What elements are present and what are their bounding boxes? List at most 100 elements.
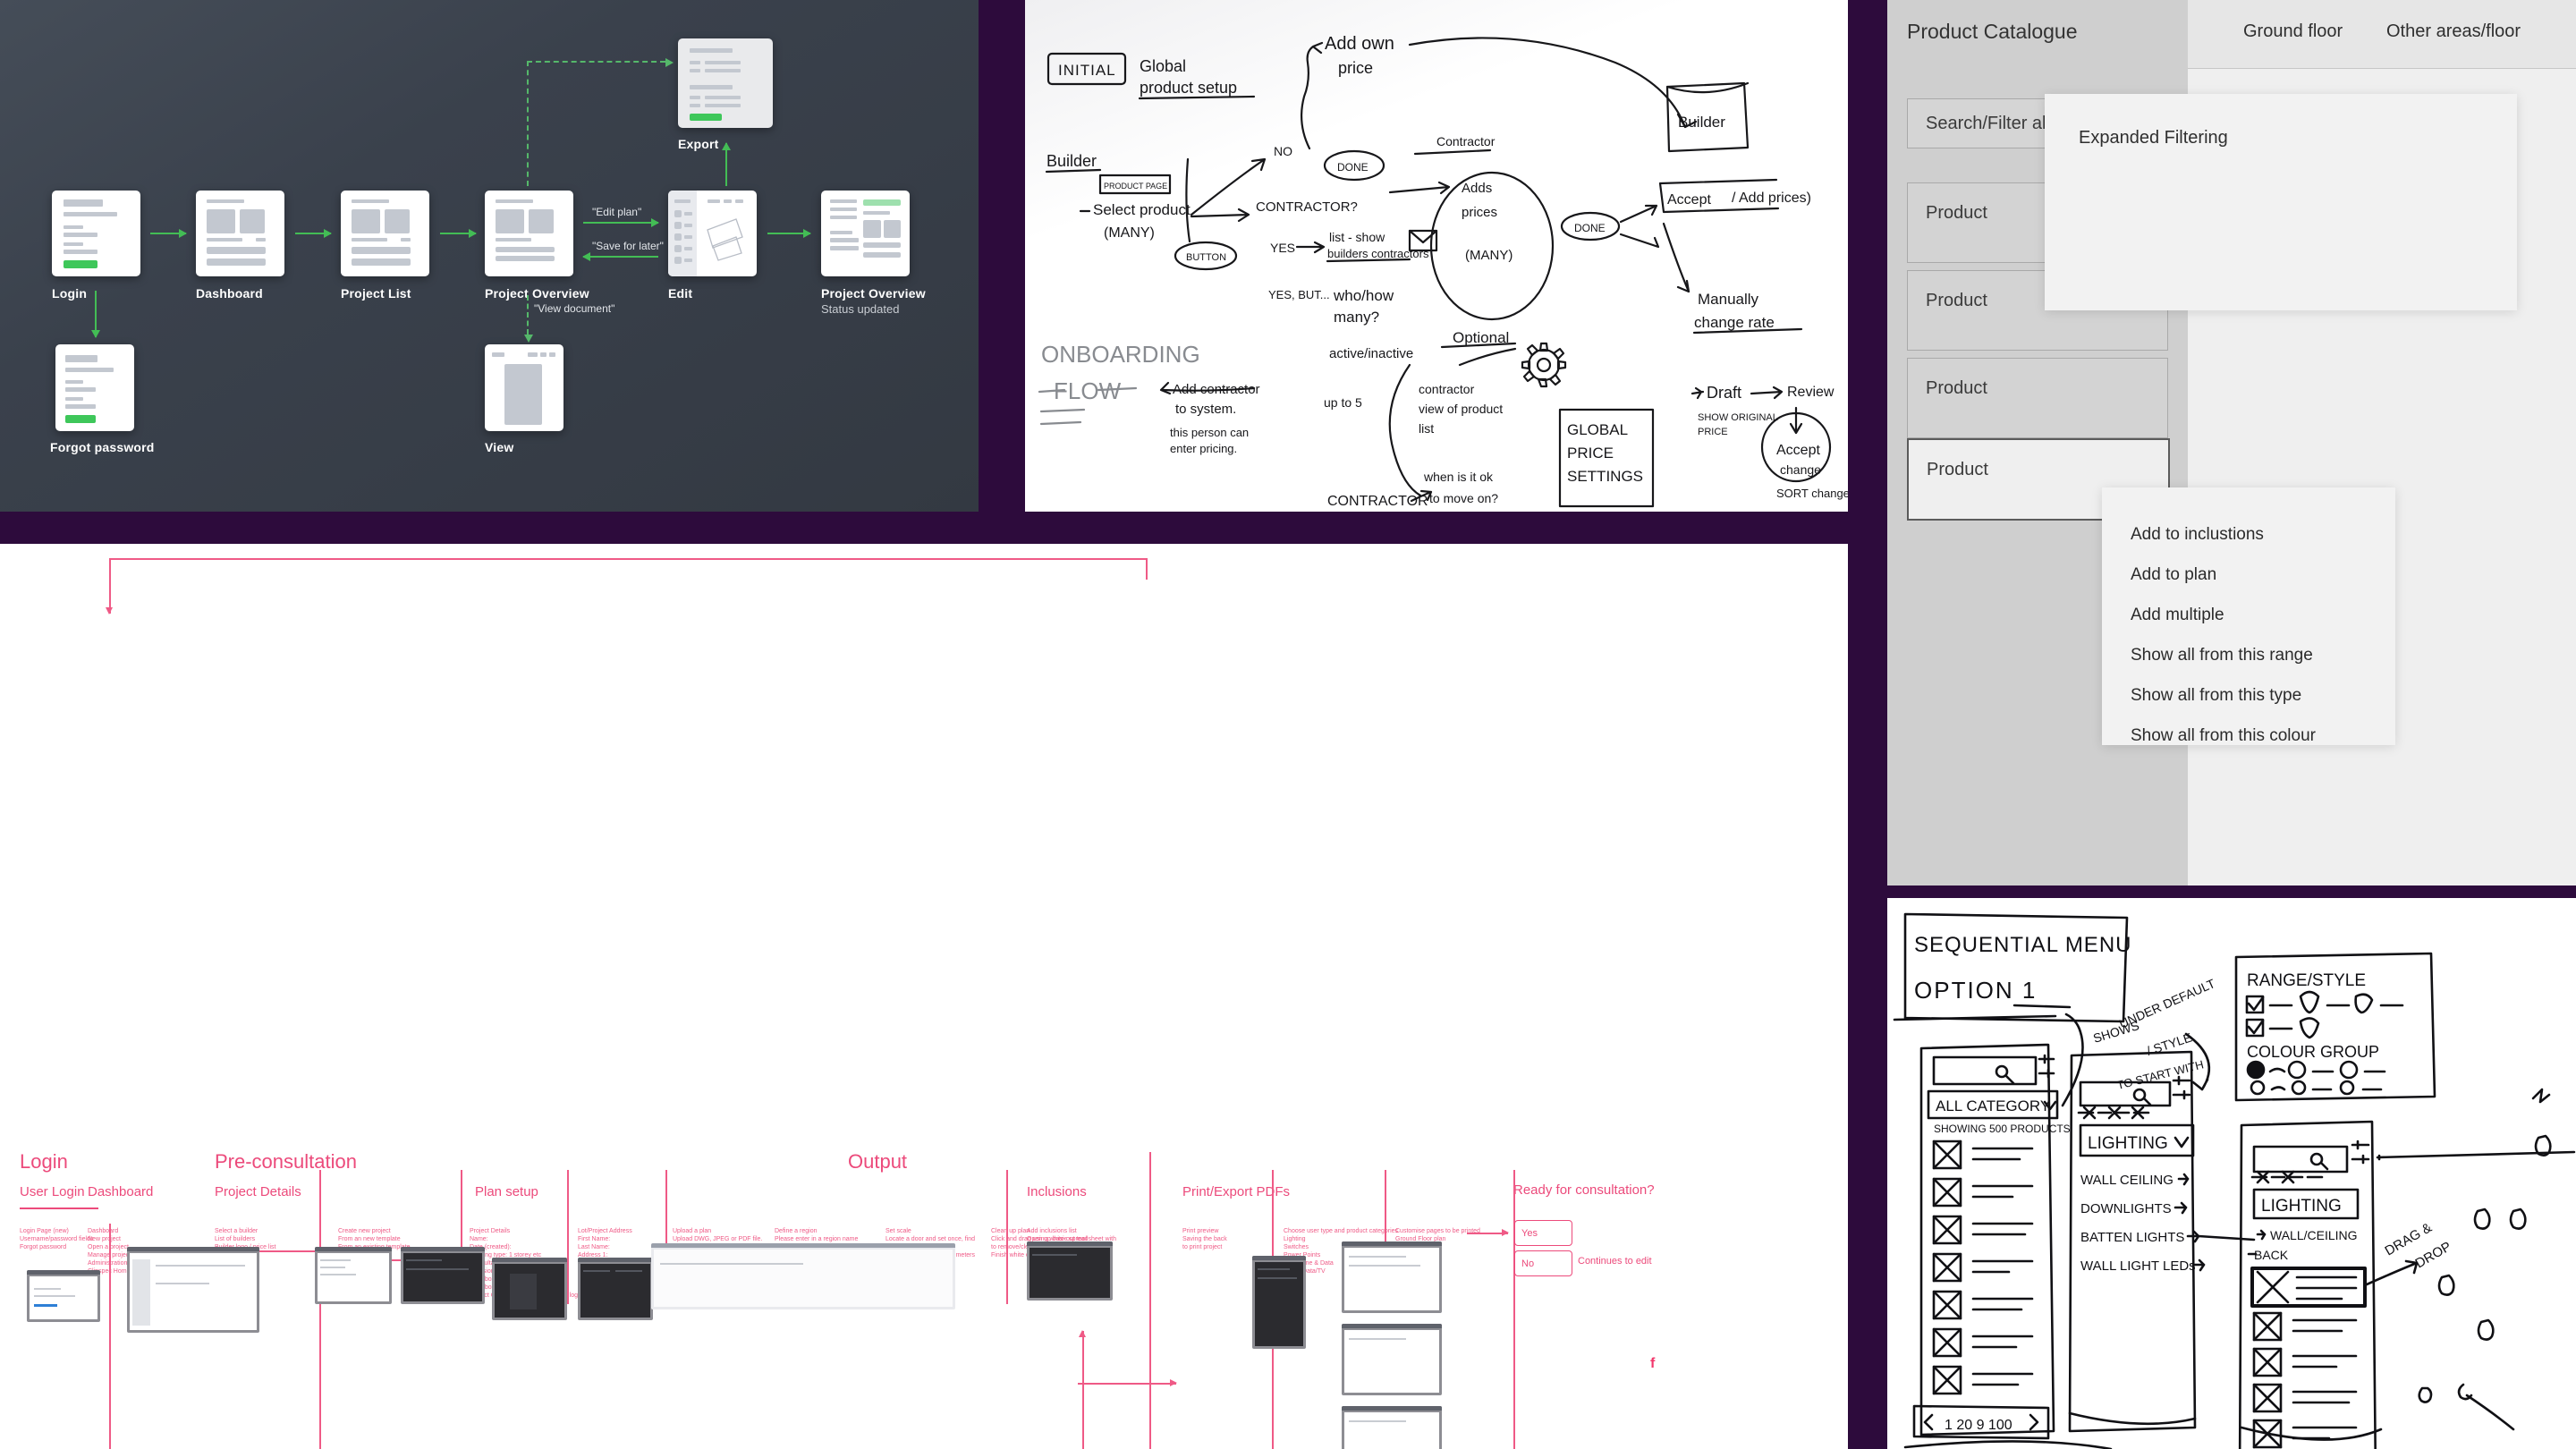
svg-text:BATTEN LIGHTS: BATTEN LIGHTS xyxy=(2080,1230,2184,1245)
decision-yes-box[interactable]: Yes xyxy=(1514,1220,1572,1246)
map-arrow-dashboard-down xyxy=(109,1224,111,1449)
flow-card-project-list[interactable] xyxy=(341,191,429,276)
menu-item-add-multiple[interactable]: Add multiple xyxy=(2131,606,2224,625)
flow-edge-label-edit-plan: "Edit plan" xyxy=(592,206,641,218)
svg-text:Builder: Builder xyxy=(1678,114,1725,131)
map-route-top xyxy=(109,558,1147,560)
flow-card-view[interactable] xyxy=(485,344,564,431)
frame-gap-horizontal-bottom xyxy=(1887,886,2576,898)
flow-card-project-overview[interactable] xyxy=(485,191,573,276)
map-section-pre-consultation: Pre-consultation xyxy=(215,1150,357,1174)
svg-text:DONE: DONE xyxy=(1574,222,1606,234)
menu-item-show-all-type[interactable]: Show all from this type xyxy=(2131,686,2301,706)
svg-text:Manually: Manually xyxy=(1698,291,1759,308)
svg-text:1 20 9 100: 1 20 9 100 xyxy=(1945,1418,2012,1433)
wireframe-thumbnail xyxy=(127,1247,259,1333)
svg-text:INITIAL: INITIAL xyxy=(1058,62,1116,79)
product-catalogue-mock-panel: Product Catalogue Search/Filter all prod… xyxy=(1887,0,2576,894)
map-route-top-right xyxy=(1146,558,1148,580)
expanded-filtering-popover[interactable]: Expanded Filtering xyxy=(2045,94,2517,310)
map-sub-dashboard: Dashboard xyxy=(88,1184,153,1199)
menu-item-show-all-range[interactable]: Show all from this range xyxy=(2131,646,2313,665)
tab-ground-floor[interactable]: Ground floor xyxy=(2243,21,2343,42)
svg-text:(MANY): (MANY) xyxy=(1104,225,1155,241)
product-label: Product xyxy=(1926,291,1987,311)
flow-arrow-edit-overview xyxy=(583,256,658,258)
svg-text:DOWNLIGHTS: DOWNLIGHTS xyxy=(2080,1201,2172,1216)
flow-card-export[interactable] xyxy=(678,38,773,128)
svg-text:WALL/CEILING: WALL/CEILING xyxy=(2270,1228,2358,1242)
svg-text:LIGHTING: LIGHTING xyxy=(2261,1197,2342,1216)
svg-text:YES: YES xyxy=(1270,241,1295,255)
product-label: Product xyxy=(1927,460,1988,480)
wireframe-thumbnail xyxy=(651,1243,955,1309)
wireframe-thumbnail xyxy=(1342,1406,1442,1449)
flow-edge-label-view-document: "View document" xyxy=(534,302,614,315)
map-sub-ready-for-consultation: Ready for consultation? xyxy=(1513,1182,1655,1198)
expanded-filtering-label: Expanded Filtering xyxy=(2079,128,2228,148)
svg-text:Review: Review xyxy=(1787,385,1835,400)
sketch-bottom-svg: SEQUENTIAL MENU OPTION 1 ALL CATEGORY SH… xyxy=(1887,898,2576,1449)
tab-other-areas-floor[interactable]: Other areas/floor xyxy=(2386,21,2521,42)
flow-card-dashboard[interactable] xyxy=(196,191,284,276)
svg-text:change rate: change rate xyxy=(1694,314,1775,331)
svg-text:Draft: Draft xyxy=(1707,384,1741,402)
flow-label-edit: Edit xyxy=(668,286,692,301)
svg-text:Builder: Builder xyxy=(1046,152,1097,170)
map-section-login: Login xyxy=(20,1150,68,1174)
menu-item-add-to-inclustions[interactable]: Add to inclustions xyxy=(2131,525,2264,545)
menu-item-add-to-plan[interactable]: Add to plan xyxy=(2131,565,2216,585)
flow-arrow-login-forgot xyxy=(95,291,97,337)
svg-text:YES, BUT...: YES, BUT... xyxy=(1268,288,1330,301)
flow-dash-overview-view xyxy=(527,295,529,335)
svg-text:ONBOARDING: ONBOARDING xyxy=(1041,341,1200,368)
sequential-menu-sketch-panel: SEQUENTIAL MENU OPTION 1 ALL CATEGORY SH… xyxy=(1887,898,2576,1449)
svg-text:UNDER DEFAULT: UNDER DEFAULT xyxy=(2117,976,2218,1031)
map-column-divider xyxy=(1513,1170,1515,1449)
flow-card-edit[interactable] xyxy=(668,191,757,276)
flow-label-view: View xyxy=(485,440,513,454)
flow-card-project-overview-updated[interactable] xyxy=(821,191,910,276)
decision-no-box[interactable]: No xyxy=(1514,1250,1572,1276)
svg-text:WALL LIGHT LEDs: WALL LIGHT LEDs xyxy=(2080,1258,2196,1274)
map-column-divider xyxy=(567,1170,569,1304)
svg-text:many?: many? xyxy=(1334,309,1379,326)
wireframe-thumbnail xyxy=(1252,1256,1306,1349)
flow-label-forgot-password: Forgot password xyxy=(50,440,155,454)
svg-text:WALL CEILING: WALL CEILING xyxy=(2080,1173,2174,1188)
flow-arrow-overview-edit xyxy=(583,222,658,224)
map-sub-project-details: Project Details xyxy=(215,1184,301,1199)
svg-text:CONTRACTOR?: CONTRACTOR? xyxy=(1256,199,1358,215)
svg-text:enter pricing.: enter pricing. xyxy=(1170,442,1237,455)
svg-text:COLOUR GROUP: COLOUR GROUP xyxy=(2247,1043,2379,1061)
svg-text:PRICE: PRICE xyxy=(1698,427,1728,437)
svg-text:PRODUCT PAGE: PRODUCT PAGE xyxy=(1104,182,1167,191)
flow-card-forgot-password[interactable] xyxy=(55,344,134,431)
svg-text:who/how: who/how xyxy=(1333,287,1394,304)
flow-label-dashboard: Dashboard xyxy=(196,286,263,301)
map-sub-user-login: User Login xyxy=(20,1184,85,1199)
frame-gap-vertical-mid xyxy=(1848,0,1887,1449)
svg-text:Adds: Adds xyxy=(1462,181,1492,196)
svg-text:change: change xyxy=(1780,462,1821,477)
svg-text:SHOWING 500 PRODUCTS: SHOWING 500 PRODUCTS xyxy=(1934,1123,2071,1135)
catalogue-tabbar: Ground floor Other areas/floor xyxy=(2188,0,2576,69)
svg-text:active/inactive: active/inactive xyxy=(1329,346,1413,361)
flow-card-login[interactable] xyxy=(52,191,140,276)
sketch-top-svg: INITIAL Global product setup Builder PRO… xyxy=(1025,0,1848,512)
menu-item-show-all-colour[interactable]: Show all from this colour xyxy=(2131,726,2316,746)
product-label: Product xyxy=(1926,378,1987,399)
decision-no-note: Continues to edit xyxy=(1578,1256,1652,1267)
svg-text:BACK: BACK xyxy=(2254,1248,2289,1262)
flow-dash-vertical-export xyxy=(527,61,529,186)
svg-text:DROP: DROP xyxy=(2413,1239,2454,1271)
map-section-output: Output xyxy=(848,1150,907,1174)
wireframe-thumbnail xyxy=(492,1258,567,1320)
svg-text:view of product: view of product xyxy=(1419,402,1503,416)
svg-text:Add own: Add own xyxy=(1325,34,1394,54)
product-label: Product xyxy=(1926,203,1987,224)
svg-text:BUTTON: BUTTON xyxy=(1186,252,1226,263)
product-context-menu[interactable]: Add to inclustions Add to plan Add multi… xyxy=(2102,487,2395,745)
product-list-item[interactable]: Product xyxy=(1907,358,2168,438)
flow-label-project-list: Project List xyxy=(341,286,411,301)
